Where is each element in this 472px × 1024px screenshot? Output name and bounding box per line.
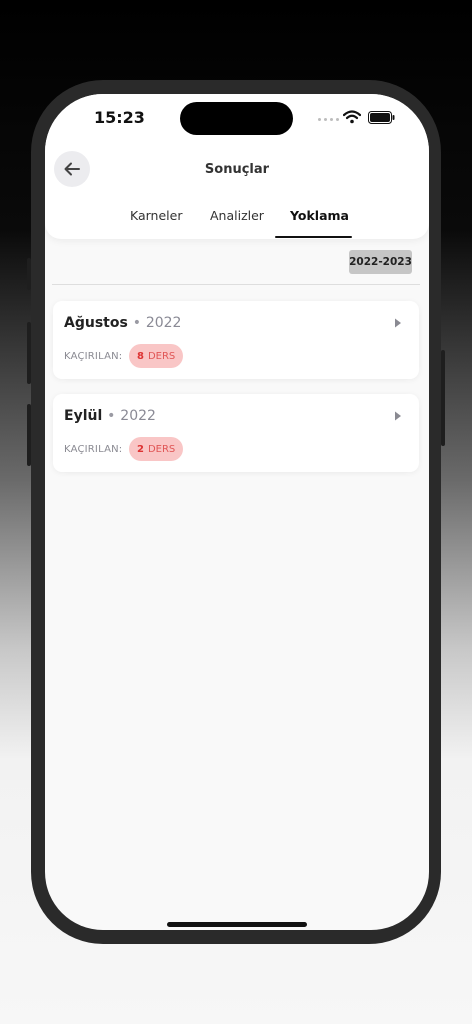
card-title: Eylül • 2022 [64,408,156,424]
month-year: 2022 [120,408,156,424]
missed-label: KAÇIRILAN: [64,444,123,455]
year-filter-button[interactable]: 2022-2023 [349,250,412,274]
phone-volume-up-button [27,322,31,384]
page-title: Sonuçlar [204,162,270,177]
signal-icon [318,118,339,121]
missed-label: KAÇIRILAN: [64,351,123,362]
caret-right-icon [395,318,401,328]
missed-count: 2 [137,443,144,455]
tab-yoklama[interactable]: Yoklama [290,208,349,223]
phone-action-button [27,258,31,290]
tab-analizler[interactable]: Analizler [210,208,264,223]
caret-right-icon [395,411,401,421]
divider [52,284,420,285]
status-time: 15:23 [94,108,145,127]
wifi-icon [343,110,361,124]
missed-count-badge: 8 DERS [129,344,184,368]
missed-count: 8 [137,350,144,362]
active-tab-indicator [275,236,352,238]
attendance-card-eylul[interactable]: Eylül • 2022 KAÇIRILAN: 2 DERS [53,394,419,472]
app-screen: 15:23 Sonuçlar Karneler Analizler Yoklam… [45,94,429,930]
month-year: 2022 [145,315,182,331]
header: 15:23 Sonuçlar Karneler Analizler Yoklam… [45,94,429,239]
title-separator: • [107,408,116,424]
month-name: Ağustos [64,315,128,331]
attendance-card-agustos[interactable]: Ağustos • 2022 KAÇIRILAN: 8 DERS [53,301,419,379]
month-name: Eylül [64,408,103,424]
title-separator: • [132,315,141,331]
home-indicator[interactable] [167,922,307,927]
missed-unit: DERS [147,443,176,455]
battery-icon [368,111,395,124]
dynamic-island [180,102,293,135]
phone-power-button [441,350,445,446]
missed-count-badge: 2 DERS [129,437,184,461]
phone-volume-down-button [27,404,31,466]
missed-unit: DERS [147,350,176,362]
tab-karneler[interactable]: Karneler [130,208,182,223]
card-title: Ağustos • 2022 [64,315,181,331]
